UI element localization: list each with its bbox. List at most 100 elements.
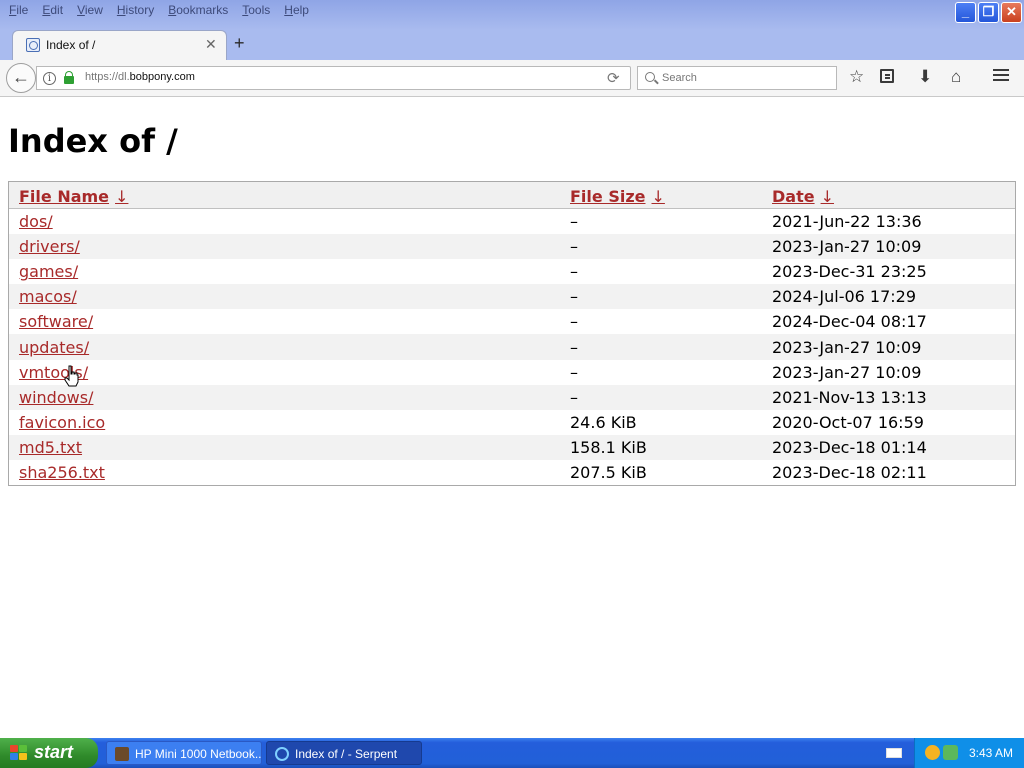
taskbar-button-hp-mini[interactable]: HP Mini 1000 Netbook... <box>106 741 262 765</box>
page-content: Index of / File Name ↓ File Size ↓ Date ↓ d… <box>0 98 1024 738</box>
minimize-button[interactable]: _ <box>955 2 976 23</box>
address-bar[interactable]: i https://dl.bobpony.com ⟳ <box>36 66 631 90</box>
page-icon <box>26 38 40 52</box>
back-button[interactable]: ← <box>6 63 36 93</box>
menu-help[interactable]: Help <box>277 3 316 17</box>
search-bar[interactable] <box>637 66 837 90</box>
bookmark-star-icon[interactable]: ☆ <box>849 67 864 87</box>
restore-button[interactable]: ❐ <box>978 2 999 23</box>
tab-label: Index of / <box>46 38 96 52</box>
file-date: 2024-Dec-04 08:17 <box>772 312 927 332</box>
messenger-icon[interactable] <box>925 745 940 760</box>
header-file-size: File Size ↓ <box>560 182 762 209</box>
table-row: windows/ –2021-Nov-13 13:13 <box>9 384 1015 410</box>
file-date: 2023-Jan-27 10:09 <box>762 334 1015 360</box>
table-row: vmtools/–2023-Jan-27 10:09 <box>9 360 1015 385</box>
sort-arrow-icon: ↓ <box>820 186 834 206</box>
file-link[interactable]: windows/ <box>19 388 93 407</box>
keyboard-icon[interactable] <box>886 748 902 758</box>
hamburger-menu-icon[interactable] <box>993 69 1009 71</box>
file-link[interactable]: games/ <box>19 262 78 281</box>
menu-bar: File Edit View History Bookmarks Tools H… <box>2 3 316 17</box>
system-tray: 3:43 AM <box>914 738 1024 768</box>
menu-view[interactable]: View <box>70 3 110 17</box>
back-arrow-icon: ← <box>12 67 30 87</box>
file-date: 2023-Dec-18 01:14 <box>762 434 1015 460</box>
sort-by-date-link[interactable]: Date ↓ <box>772 187 834 206</box>
file-link[interactable]: sha256.txt <box>19 463 105 482</box>
app-icon <box>115 747 129 761</box>
taskbar-button-browser[interactable]: Index of / - Serpent <box>266 741 422 765</box>
file-size: 158.1 KiB <box>560 434 762 460</box>
home-icon[interactable]: ⌂ <box>951 67 961 87</box>
file-link[interactable]: drivers/ <box>19 237 80 256</box>
search-icon <box>645 72 655 82</box>
table-row: games/ – 2023-Dec-31 23:25 <box>9 259 1015 284</box>
menu-history[interactable]: History <box>110 3 161 17</box>
network-icon[interactable] <box>943 745 958 760</box>
file-date: 2023-Dec-18 02:11 <box>772 462 927 482</box>
file-size: – <box>560 284 762 310</box>
table-row: drivers/ –2023-Jan-27 10:09 <box>9 234 1015 260</box>
file-date: 2020-Oct-07 16:59 <box>772 412 924 432</box>
start-button[interactable]: start <box>0 738 98 768</box>
file-link[interactable]: updates/ <box>19 338 89 357</box>
menu-edit[interactable]: Edit <box>35 3 70 17</box>
hand-cursor-icon <box>64 365 79 387</box>
file-size: 24.6 KiB <box>570 412 637 432</box>
search-input[interactable] <box>662 69 832 87</box>
url-domain: bobpony.com <box>129 71 195 83</box>
sort-by-name-link[interactable]: File Name ↓ <box>19 187 128 206</box>
table-row: dos/ – 2021-Jun-22 13:36 <box>9 209 1015 234</box>
file-size: – <box>560 334 762 360</box>
clock: 3:43 AM <box>969 746 1014 760</box>
file-link[interactable]: macos/ <box>19 287 77 306</box>
table-row: favicon.ico 24.6 KiB 2020-Oct-07 16:59 <box>9 410 1015 435</box>
file-link[interactable]: software/ <box>19 312 93 331</box>
table-row: macos/ –2024-Jul-06 17:29 <box>9 284 1015 310</box>
header-name-label: File Name <box>19 186 110 206</box>
browser-icon <box>275 747 289 761</box>
file-date: 2023-Jan-27 10:09 <box>762 234 1015 260</box>
sort-arrow-icon: ↓ <box>115 186 129 206</box>
table-row: software/ – 2024-Dec-04 08:17 <box>9 309 1015 334</box>
lock-icon[interactable] <box>64 71 74 84</box>
file-size: – <box>560 234 762 260</box>
sort-by-size-link[interactable]: File Size ↓ <box>570 187 665 206</box>
table-row: sha256.txt 207.5 KiB 2023-Dec-18 02:11 <box>9 460 1015 485</box>
new-tab-icon[interactable]: + <box>234 33 245 54</box>
file-size: – <box>570 362 578 382</box>
tab-strip: Index of / ✕ + <box>0 30 1024 60</box>
menu-tools[interactable]: Tools <box>235 3 277 17</box>
file-date: 2021-Nov-13 13:13 <box>762 384 1015 410</box>
file-link[interactable]: dos/ <box>19 212 53 231</box>
info-icon[interactable]: i <box>43 72 56 85</box>
file-date: 2021-Jun-22 13:36 <box>772 212 922 232</box>
url-text[interactable]: https://dl.bobpony.com <box>85 71 195 83</box>
table-row: md5.txt 158.1 KiB 2023-Dec-18 01:14 <box>9 434 1015 460</box>
tab-index-of[interactable]: Index of / ✕ <box>12 30 227 60</box>
url-prefix: https://dl. <box>85 71 130 83</box>
file-size: – <box>570 312 578 332</box>
menu-file[interactable]: File <box>2 3 35 17</box>
windows-flag-icon <box>10 745 28 761</box>
file-link[interactable]: md5.txt <box>19 438 82 457</box>
task-label: Index of / - Serpent <box>295 747 398 761</box>
file-link[interactable]: favicon.ico <box>19 413 105 432</box>
file-size: – <box>570 212 578 232</box>
file-date: 2024-Jul-06 17:29 <box>762 284 1015 310</box>
file-date: 2023-Dec-31 23:25 <box>772 262 927 282</box>
reload-icon[interactable]: ⟳ <box>607 69 620 87</box>
taskbar: start HP Mini 1000 Netbook... Index of /… <box>0 738 1024 768</box>
header-size-label: File Size <box>570 186 646 206</box>
close-window-button[interactable]: ✕ <box>1001 2 1022 23</box>
download-icon[interactable]: ⬇ <box>918 67 932 87</box>
bookmarks-list-icon[interactable] <box>880 69 894 83</box>
menu-bookmarks[interactable]: Bookmarks <box>161 3 235 17</box>
file-listing-table: File Name ↓ File Size ↓ Date ↓ dos/–2021-Ju… <box>8 181 1016 487</box>
table-row: updates/ –2023-Jan-27 10:09 <box>9 334 1015 360</box>
page-title: Index of / <box>8 122 178 160</box>
file-size: – <box>560 384 762 410</box>
navigation-toolbar: i https://dl.bobpony.com ⟳ ← ☆ ⬇ ⌂ <box>0 60 1024 97</box>
close-tab-icon[interactable]: ✕ <box>205 36 217 53</box>
